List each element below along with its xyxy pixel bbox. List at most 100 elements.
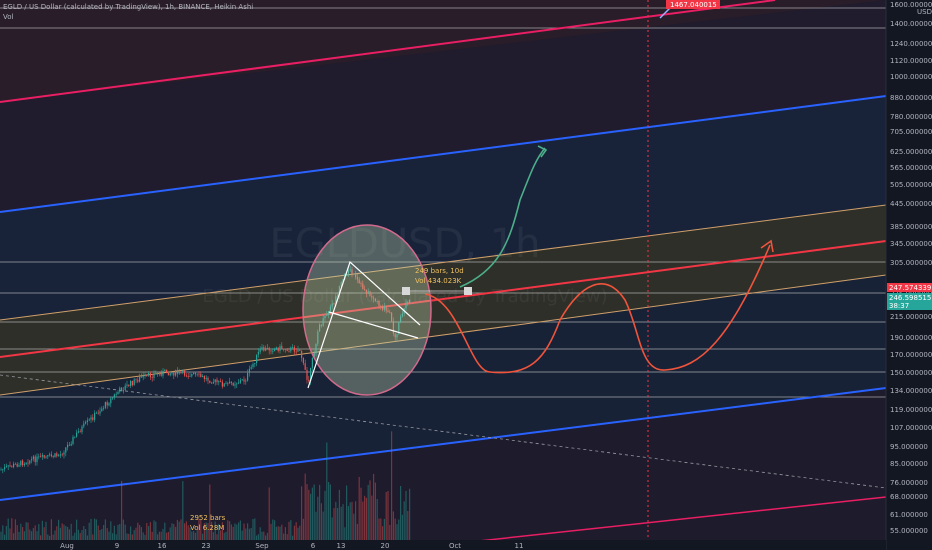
volume-bar — [324, 490, 326, 540]
candle-body — [293, 347, 295, 352]
volume-bar — [32, 528, 34, 540]
candle-body — [277, 347, 279, 351]
candle-body — [160, 372, 162, 376]
volume-bar — [322, 511, 324, 540]
volume-bar — [79, 533, 81, 540]
candle-body — [124, 385, 126, 391]
volume-bar — [308, 489, 310, 540]
candle-body — [52, 456, 54, 457]
candle-body — [270, 350, 272, 352]
candle-body — [133, 379, 135, 386]
range-handle-left[interactable] — [402, 287, 410, 295]
candle-body — [4, 467, 6, 470]
volume-bar — [248, 528, 250, 540]
candle-body — [290, 347, 292, 352]
volume-bar — [38, 524, 40, 540]
volume-bars-count: 2952 bars — [190, 514, 226, 522]
volume-bar — [34, 525, 36, 540]
volume-bar — [367, 484, 369, 540]
volume-bar — [126, 533, 128, 540]
volume-bar — [373, 473, 375, 540]
range-handle-right[interactable] — [464, 287, 472, 295]
volume-bar — [265, 535, 267, 540]
price-tick-label: 705.000000 — [890, 128, 932, 136]
volume-bar — [83, 526, 85, 540]
candle-body — [232, 382, 234, 386]
volume-bar — [403, 501, 405, 540]
candle-body — [2, 469, 4, 470]
volume-bar — [68, 529, 70, 540]
candle-body — [49, 454, 51, 456]
candle-body — [85, 422, 87, 424]
volume-bar — [7, 518, 9, 540]
candle-body — [158, 372, 160, 375]
volume-bar — [351, 501, 353, 540]
candle-body — [266, 347, 268, 349]
candle-body — [207, 377, 209, 381]
volume-indicator-label[interactable]: Vol — [3, 13, 13, 21]
volume-bar — [106, 528, 108, 540]
candle-body — [86, 420, 88, 423]
candle-body — [191, 373, 193, 377]
price-tick-label: 68.000000 — [890, 493, 928, 501]
candle-body — [63, 452, 65, 455]
time-tick-label: 16 — [158, 542, 167, 550]
candle-body — [142, 375, 144, 378]
candle-body — [245, 380, 247, 382]
price-tick-label: 61.000000 — [890, 511, 928, 519]
candle-body — [167, 373, 169, 376]
candle-body — [112, 397, 114, 399]
price-tick-label: 76.000000 — [890, 479, 928, 487]
candle-body — [272, 351, 274, 352]
candle-body — [140, 376, 142, 378]
candle-body — [56, 453, 58, 457]
price-tick-label: 625.000000 — [890, 148, 932, 156]
volume-bar — [270, 523, 272, 540]
volume-bar — [272, 519, 274, 540]
candle-body — [88, 419, 90, 421]
candle-body — [117, 391, 119, 395]
chart-canvas[interactable]: EGLDUSD, 1h EGLD / US Dollar (calculated… — [0, 0, 932, 550]
candle-body — [252, 363, 254, 368]
candle-body — [101, 408, 103, 412]
volume-bar — [166, 532, 168, 540]
volume-bar — [356, 523, 358, 540]
candle-body — [47, 455, 49, 457]
pattern-ellipse[interactable] — [302, 224, 432, 396]
price-tick-label: 170.000000 — [890, 351, 932, 359]
candle-body — [157, 373, 159, 375]
candle-body — [221, 381, 223, 387]
candle-body — [97, 412, 99, 414]
time-tick-label: 20 — [381, 542, 390, 550]
volume-bar — [304, 473, 306, 540]
volume-bar — [257, 534, 259, 540]
volume-bar — [185, 521, 187, 540]
candle-body — [229, 381, 231, 384]
candle-body — [20, 460, 22, 466]
candle-body — [243, 379, 245, 382]
volume-bar — [103, 525, 105, 540]
volume-bar — [349, 502, 351, 540]
candle-body — [81, 426, 83, 433]
price-tick-label: 345.000000 — [890, 240, 932, 248]
target-price: 1467.040015 — [670, 1, 717, 9]
volume-bar — [162, 528, 164, 540]
time-tick-label: Sep — [255, 542, 269, 550]
candle-body — [131, 380, 133, 386]
time-axis[interactable] — [0, 540, 886, 550]
symbol-header[interactable]: EGLD / US Dollar (calculated by TradingV… — [3, 3, 253, 11]
volume-bar — [97, 525, 99, 540]
volume-bar — [266, 532, 268, 540]
volume-bar — [169, 527, 171, 540]
candle-body — [225, 383, 227, 385]
candle-body — [284, 348, 286, 350]
volume-bar — [158, 531, 160, 540]
time-tick-label: 6 — [311, 542, 316, 550]
volume-bar — [326, 442, 328, 540]
candle-body — [292, 347, 294, 348]
candle-body — [148, 373, 150, 376]
candle-body — [79, 431, 81, 433]
volume-bar — [20, 523, 22, 540]
volume-bar — [293, 525, 295, 540]
candle-body — [261, 347, 263, 349]
